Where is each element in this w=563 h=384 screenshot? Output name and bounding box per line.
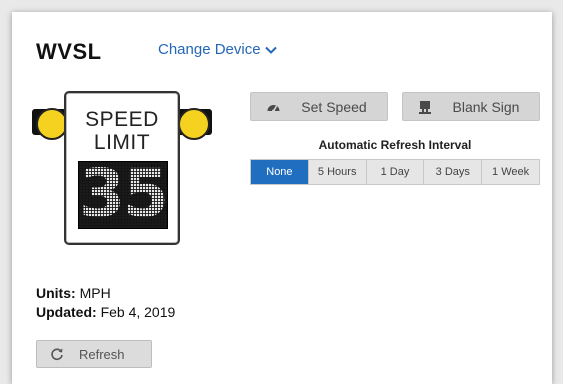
sign-icon [417, 99, 433, 115]
updated-info: Updated: Feb 4, 2019 [36, 304, 175, 320]
interval-option-3-days[interactable]: 3 Days [424, 160, 483, 184]
device-name: WVSL [36, 39, 102, 64]
refresh-interval-selector: None 5 Hours 1 Day 3 Days 1 Week [250, 159, 540, 185]
units-value: MPH [79, 285, 111, 301]
refresh-icon [49, 346, 65, 362]
refresh-label: Refresh [79, 346, 125, 362]
set-speed-button[interactable]: Set Speed [250, 92, 388, 121]
interval-option-1-week[interactable]: 1 Week [482, 160, 539, 184]
refresh-interval-caption: Automatic Refresh Interval [318, 138, 472, 152]
refresh-button[interactable]: Refresh [36, 340, 152, 368]
device-card: WVSL Change Device SPEED LIMIT 35 Set Sp… [12, 12, 552, 384]
interval-option-none[interactable]: None [251, 160, 309, 184]
warning-lamp-right [178, 108, 210, 140]
units-label: Units: [36, 285, 76, 301]
chevron-down-icon [264, 46, 277, 54]
speedometer-icon [265, 99, 281, 115]
blank-sign-label: Blank Sign [452, 98, 520, 115]
updated-label: Updated: [36, 304, 97, 320]
speed-value: 35 [79, 161, 167, 229]
change-device-label: Change Device [158, 41, 261, 58]
interval-option-5-hours[interactable]: 5 Hours [309, 160, 367, 184]
updated-value: Feb 4, 2019 [100, 304, 176, 320]
change-device-link[interactable]: Change Device [158, 41, 277, 58]
set-speed-label: Set Speed [301, 98, 367, 115]
speed-limit-sign: SPEED LIMIT 35 [64, 91, 180, 245]
sign-text-speed: SPEED [85, 108, 159, 131]
units-info: Units: MPH [36, 285, 111, 301]
speed-display: 35 [78, 161, 168, 229]
interval-option-1-day[interactable]: 1 Day [367, 160, 425, 184]
sign-text-limit: LIMIT [93, 131, 151, 154]
blank-sign-button[interactable]: Blank Sign [402, 92, 540, 121]
